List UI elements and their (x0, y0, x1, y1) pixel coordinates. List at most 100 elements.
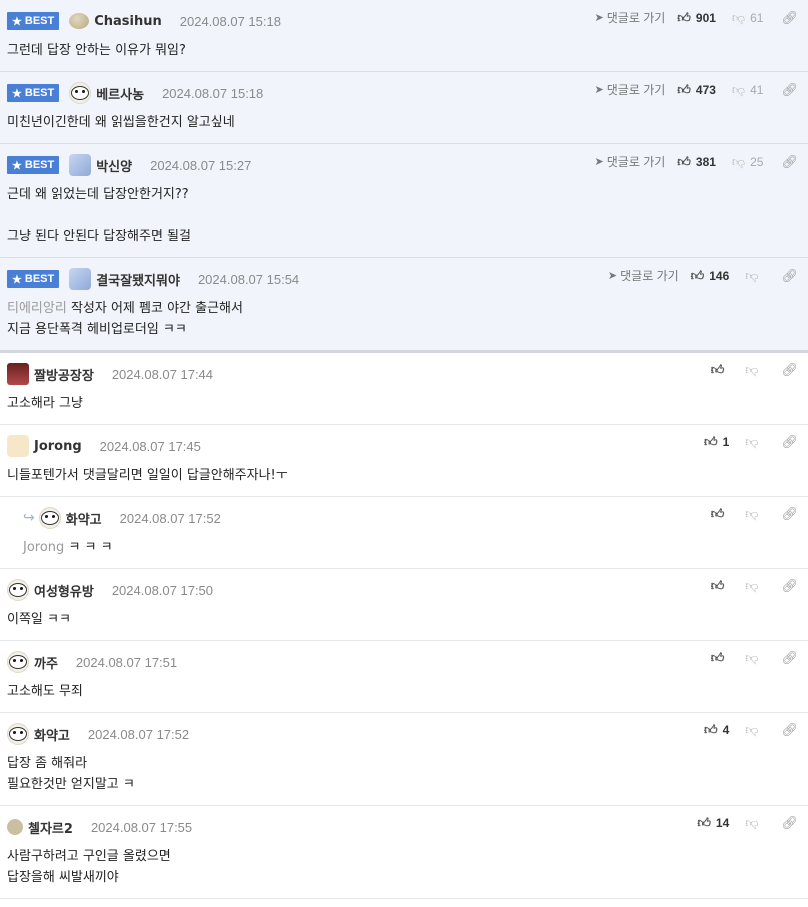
dislike-button[interactable]: 👎︎ (745, 578, 763, 594)
like-button[interactable]: 👍︎ 1 (704, 434, 729, 450)
dislike-button[interactable]: 👎︎ 41 (732, 82, 764, 98)
like-button[interactable]: 👍︎ (711, 578, 730, 594)
dog-avatar[interactable] (7, 579, 29, 601)
stone-avatar[interactable] (69, 13, 90, 29)
like-button[interactable]: 👍︎ 473 (677, 82, 716, 98)
thumbs-down-icon: 👎︎ (745, 434, 759, 449)
comment-body: 티에리앙리 작성자 어제 펨코 야간 출근해서 지금 용단폭격 헤비업로더임 ㅋㅋ (7, 290, 800, 350)
goto-reply-label: 댓글로 가기 (606, 83, 666, 97)
dislike-button[interactable]: 👎︎ (745, 268, 763, 284)
link-icon[interactable]: 🔗︎ (781, 82, 798, 98)
thumbs-up-icon: 👍︎ (704, 722, 718, 737)
nickname[interactable]: Jorong (34, 439, 82, 454)
dislike-button[interactable]: 👎︎ 25 (732, 154, 764, 170)
like-button[interactable]: 👍︎ 14 (697, 815, 729, 831)
goto-reply-link[interactable]: ➤ 댓글로 가기 (595, 9, 666, 26)
like-button[interactable]: 👍︎ 146 (691, 268, 730, 284)
nickname[interactable]: 여성형유방 (34, 581, 94, 600)
thumbs-up-icon: 👍︎ (710, 578, 725, 593)
link-icon[interactable]: 🔗︎ (781, 650, 798, 666)
link-icon[interactable]: 🔗︎ (781, 506, 798, 522)
thumbs-down-icon: 👎︎ (745, 578, 759, 593)
dog-avatar[interactable] (38, 507, 61, 529)
navigate-arrow-icon: ➤ (594, 84, 604, 96)
dog-avatar[interactable] (7, 723, 29, 745)
goto-reply-link[interactable]: ➤ 댓글로 가기 (595, 81, 666, 98)
link-icon[interactable]: 🔗︎ (781, 268, 798, 284)
like-button[interactable]: 👍︎ (711, 362, 730, 378)
thumbs-down-icon: 👎︎ (745, 267, 759, 283)
nickname[interactable]: 화약고 (34, 725, 70, 744)
timestamp: 2024.08.07 17:52 (119, 510, 221, 526)
nickname[interactable]: 베르사농 (96, 84, 144, 103)
comment-body: 미친년이긴한데 왜 읽씹을한건지 알고싶네 (7, 104, 800, 143)
comment-text: 필요한것만 얻지말고 ㅋ (7, 777, 135, 792)
nickname[interactable]: Chasihun (94, 14, 162, 29)
comment-text: 고소해도 무죄 (7, 684, 83, 699)
link-icon[interactable]: 🔗︎ (781, 154, 798, 170)
dislike-button[interactable]: 👎︎ (745, 434, 763, 450)
comment-actions: ➤ 댓글로 가기 👍︎ 146 👎︎ 🔗︎ (608, 267, 798, 284)
comment-text: 이쪽일 ㅋㅋ (7, 612, 71, 627)
nickname[interactable]: 까주 (34, 653, 58, 672)
dislike-button[interactable]: 👎︎ 61 (732, 10, 764, 26)
fox-avatar[interactable] (7, 435, 29, 457)
link-icon[interactable]: 🔗︎ (781, 362, 798, 378)
comment-line: 고소해라 그냥 (7, 393, 800, 414)
comment-header: ↪ 화약고 2024.08.07 17:52 (7, 497, 800, 529)
goto-reply-link[interactable]: ➤ 댓글로 가기 (595, 153, 666, 170)
best-comment: ★ BEST 결국잘됐지뭐야 2024.08.07 15:54 ➤ 댓글로 가기 👍︎ 146… (0, 258, 808, 353)
nickname[interactable]: 결국잘됐지뭐야 (96, 270, 180, 289)
comment-line: 티에리앙리 작성자 어제 펨코 야간 출근해서 (7, 298, 800, 319)
comment-text: 미친년이긴한데 왜 읽씹을한건지 알고싶네 (7, 115, 235, 130)
thumbs-up-icon: 👍︎ (710, 506, 725, 521)
like-button[interactable]: 👍︎ 381 (677, 154, 716, 170)
mention-tag[interactable]: 티에리앙리 (7, 301, 67, 316)
link-icon[interactable]: 🔗︎ (781, 815, 798, 831)
comment-line: 답장을해 씨발새끼야 (7, 867, 800, 888)
timestamp: 2024.08.07 17:55 (90, 819, 193, 835)
dislike-button[interactable]: 👎︎ (745, 815, 763, 831)
link-icon[interactable]: 🔗︎ (781, 10, 798, 26)
like-button[interactable]: 👍︎ (711, 506, 730, 522)
plain-avatar[interactable] (7, 819, 23, 835)
like-button[interactable]: 👍︎ 4 (704, 722, 729, 738)
like-count: 4 (722, 723, 730, 737)
dark-avatar[interactable] (7, 363, 29, 385)
like-count: 146 (709, 268, 730, 283)
comment-actions: ➤ 댓글로 가기 👍︎ 473 👎︎ 41 🔗︎ (595, 81, 798, 98)
dislike-count: 25 (750, 154, 764, 169)
nickname[interactable]: 박신양 (96, 156, 132, 175)
link-icon[interactable]: 🔗︎ (781, 722, 798, 738)
sprite-avatar[interactable] (69, 268, 92, 290)
dislike-button[interactable]: 👎︎ (745, 362, 763, 378)
dog-avatar[interactable] (69, 82, 92, 104)
link-icon[interactable]: 🔗︎ (781, 578, 798, 594)
nickname[interactable]: 짤방공장장 (34, 365, 94, 384)
goto-reply-label: 댓글로 가기 (606, 155, 666, 169)
dislike-button[interactable]: 👎︎ (745, 722, 763, 738)
sprite-avatar[interactable] (69, 154, 92, 176)
timestamp: 2024.08.07 17:51 (75, 654, 178, 670)
timestamp: 2024.08.07 15:27 (150, 157, 252, 173)
thumbs-down-icon: 👎︎ (745, 650, 759, 665)
comment: 짤방공장장 2024.08.07 17:44 👍︎ 👎︎ 🔗︎ 고소해라 그냥 (0, 353, 808, 425)
comment-body: Jorong ㅋ ㅋ ㅋ (7, 529, 800, 568)
link-icon[interactable]: 🔗︎ (781, 434, 798, 450)
dislike-button[interactable]: 👎︎ (745, 506, 763, 522)
like-count: 14 (715, 816, 730, 830)
comment-line: 이쪽일 ㅋㅋ (7, 609, 800, 630)
dislike-button[interactable]: 👎︎ (745, 650, 763, 666)
comment-line: 지금 용단폭격 헤비업로더임 ㅋㅋ (7, 319, 800, 340)
nickname[interactable]: 화약고 (66, 509, 102, 528)
dog-avatar[interactable] (7, 651, 29, 673)
navigate-arrow-icon: ➤ (594, 156, 604, 168)
thumbs-up-icon: 👍︎ (710, 650, 725, 665)
like-button[interactable]: 👍︎ 901 (677, 10, 716, 26)
goto-reply-link[interactable]: ➤ 댓글로 가기 (608, 267, 679, 284)
comment: 여성형유방 2024.08.07 17:50 👍︎ 👎︎ 🔗︎ 이쪽일 ㅋㅋ (0, 569, 808, 641)
nickname[interactable]: 첼자르2 (28, 818, 73, 837)
thumbs-down-icon: 👎︎ (745, 362, 759, 377)
like-button[interactable]: 👍︎ (711, 650, 730, 666)
mention-tag[interactable]: Jorong (23, 540, 64, 555)
